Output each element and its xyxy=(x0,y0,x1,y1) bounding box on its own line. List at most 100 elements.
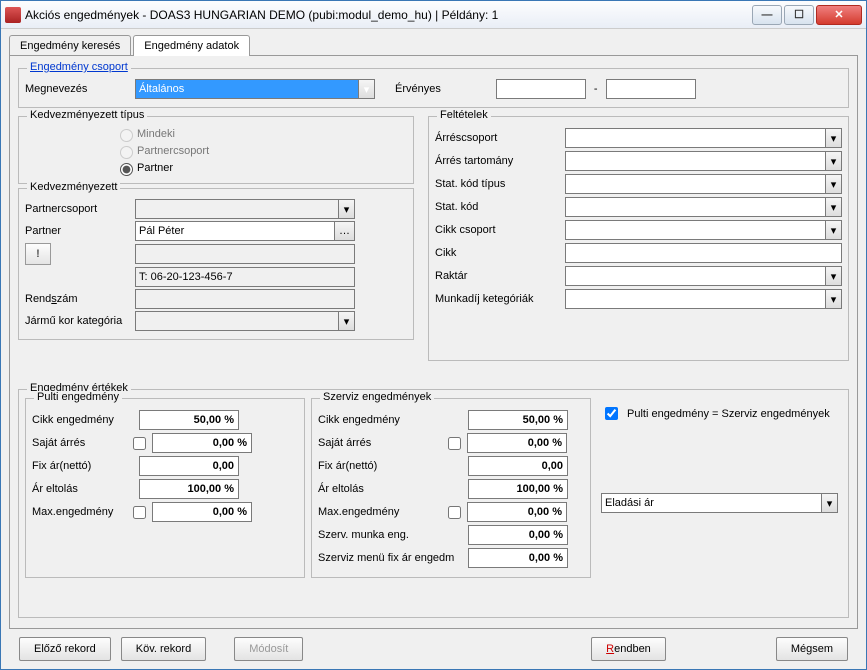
szerviz-legend: Szerviz engedmények xyxy=(320,391,434,403)
sz-max-chk[interactable] xyxy=(448,506,461,519)
cond-arrescsoport-label: Árréscsoport xyxy=(435,132,565,144)
pulti-legend: Pulti engedmény xyxy=(34,391,122,403)
window: Akciós engedmények - DOAS3 HUNGARIAN DEM… xyxy=(0,0,867,670)
eladasi-ar-value: Eladási ár xyxy=(605,497,654,509)
chevron-down-icon: ▾ xyxy=(825,129,841,147)
pulti-fix-label: Fix ár(nettó) xyxy=(32,460,127,472)
ervenyes-from[interactable] xyxy=(496,79,586,99)
chevron-down-icon: ▾ xyxy=(825,221,841,239)
rendszam-field[interactable] xyxy=(135,289,355,309)
radio-mindenki[interactable]: Mindeki xyxy=(115,126,407,142)
pulti-cikk-input[interactable]: 50,00 % xyxy=(139,410,239,430)
cancel-button[interactable]: Mégsem xyxy=(776,637,848,661)
sz-munka-label: Szerv. munka eng. xyxy=(318,529,468,541)
equal-checkbox-label: Pulti engedmény = Szerviz engedmények xyxy=(627,408,830,420)
tabs: Engedmény keresés Engedmény adatok xyxy=(9,35,858,56)
ervenyes-to[interactable] xyxy=(606,79,696,99)
chevron-down-icon: ▾ xyxy=(825,175,841,193)
radio-partnercsoport[interactable]: Partnercsoport xyxy=(115,143,407,159)
chevron-down-icon: ▾ xyxy=(338,200,354,218)
megnevezes-label: Megnevezés xyxy=(25,83,135,95)
pulti-max-label: Max.engedmény xyxy=(32,506,127,518)
partner-extra xyxy=(135,244,355,264)
window-title: Akciós engedmények - DOAS3 HUNGARIAN DEM… xyxy=(25,8,752,22)
partnercsoport-label: Partnercsoport xyxy=(25,203,135,215)
partner-field[interactable]: Pál Péter … xyxy=(135,221,355,241)
sz-cikk-label: Cikk engedmény xyxy=(318,414,468,426)
jarmu-label: Jármű kor kategória xyxy=(25,315,135,327)
sz-sajat-input[interactable]: 0,00 % xyxy=(467,433,567,453)
button-bar: Előző rekord Köv. rekord Módosít Rendben… xyxy=(9,629,858,669)
chevron-down-icon: ▾ xyxy=(825,152,841,170)
pulti-max-chk[interactable] xyxy=(133,506,146,519)
partner-value: Pál Péter xyxy=(139,225,184,237)
equal-checkbox-row[interactable]: Pulti engedmény = Szerviz engedmények xyxy=(601,404,838,423)
cond-statkodtipus-label: Stat. kód típus xyxy=(435,178,565,190)
tab-search[interactable]: Engedmény keresés xyxy=(9,35,131,56)
sz-menu-label: Szerviz menü fix ár engedm xyxy=(318,552,468,564)
jarmu-combo[interactable]: ▾ xyxy=(135,311,355,331)
chevron-down-icon: ▾ xyxy=(358,80,374,98)
prev-record-button[interactable]: Előző rekord xyxy=(19,637,111,661)
sz-sajat-label: Saját árrés xyxy=(318,437,468,449)
cond-statkod-combo[interactable]: ▾ xyxy=(565,197,842,217)
sz-munka-input[interactable]: 0,00 % xyxy=(468,525,568,545)
partnercsoport-combo[interactable]: ▾ xyxy=(135,199,355,219)
sz-menu-input[interactable]: 0,00 % xyxy=(468,548,568,568)
radio-partner[interactable]: Partner xyxy=(115,160,407,176)
pulti-sajat-chk[interactable] xyxy=(133,437,146,450)
pulti-eltolas-input[interactable]: 100,00 % xyxy=(139,479,239,499)
group-beneficiary-type: Kedvezményezett típus Mindeki Partnercso… xyxy=(18,116,414,184)
cond-arres-tart-label: Árrés tartomány xyxy=(435,155,565,167)
partner-label: Partner xyxy=(25,225,135,237)
close-button[interactable]: ✕ xyxy=(816,5,862,25)
cond-arrescsoport-combo[interactable]: ▾ xyxy=(565,128,842,148)
next-record-button[interactable]: Köv. rekord xyxy=(121,637,206,661)
sz-cikk-input[interactable]: 50,00 % xyxy=(468,410,568,430)
tab-panel: Engedmény csoport Megnevezés Általános ▾… xyxy=(9,55,858,629)
group-pulti: Pulti engedmény Cikk engedmény50,00 % Sa… xyxy=(25,398,305,578)
partner-phone: T: 06-20-123-456-7 xyxy=(135,267,355,287)
ervenyes-label: Érvényes xyxy=(395,83,441,95)
cond-cikkcsop-combo[interactable]: ▾ xyxy=(565,220,842,240)
sz-sajat-chk[interactable] xyxy=(448,437,461,450)
exclamation-button[interactable]: ! xyxy=(25,243,51,265)
pulti-max-input[interactable]: 0,00 % xyxy=(152,502,252,522)
modify-button[interactable]: Módosít xyxy=(234,637,303,661)
minimize-button[interactable]: — xyxy=(752,5,782,25)
megnevezes-value: Általános xyxy=(139,83,184,95)
pulti-sajat-input[interactable]: 0,00 % xyxy=(152,433,252,453)
chevron-down-icon: ▾ xyxy=(821,494,837,512)
cond-statkodtipus-combo[interactable]: ▾ xyxy=(565,174,842,194)
cond-raktar-label: Raktár xyxy=(435,270,565,282)
group-conditions: Feltételek Árréscsoport▾ Árrés tartomány… xyxy=(428,116,849,361)
pulti-fix-input[interactable]: 0,00 xyxy=(139,456,239,476)
titlebar: Akciós engedmények - DOAS3 HUNGARIAN DEM… xyxy=(1,1,866,29)
sz-fix-input[interactable]: 0,00 xyxy=(468,456,568,476)
ok-button[interactable]: Rendben xyxy=(591,637,666,661)
sz-max-input[interactable]: 0,00 % xyxy=(467,502,567,522)
sz-eltolas-label: Ár eltolás xyxy=(318,483,468,495)
pulti-eltolas-label: Ár eltolás xyxy=(32,483,127,495)
cond-munkadij-combo[interactable]: ▾ xyxy=(565,289,842,309)
equal-checkbox[interactable] xyxy=(605,407,618,420)
cond-arres-tart-combo[interactable]: ▾ xyxy=(565,151,842,171)
group-szerviz: Szerviz engedmények Cikk engedmény50,00 … xyxy=(311,398,591,578)
cond-cikk-field[interactable] xyxy=(565,243,842,263)
megnevezes-combo[interactable]: Általános ▾ xyxy=(135,79,375,99)
sz-eltolas-input[interactable]: 100,00 % xyxy=(468,479,568,499)
cond-cikkcsop-label: Cikk csoport xyxy=(435,224,565,236)
cond-munkadij-label: Munkadíj ketegóriák xyxy=(435,293,565,305)
ellipsis-icon[interactable]: … xyxy=(334,222,354,240)
cond-raktar-combo[interactable]: ▾ xyxy=(565,266,842,286)
group-discount-group: Engedmény csoport Megnevezés Általános ▾… xyxy=(18,68,849,108)
eladasi-ar-combo[interactable]: Eladási ár ▾ xyxy=(601,493,838,513)
sz-fix-label: Fix ár(nettó) xyxy=(318,460,468,472)
chevron-down-icon: ▾ xyxy=(338,312,354,330)
sz-max-label: Max.engedmény xyxy=(318,506,468,518)
beneficiary-legend: Kedvezményezett xyxy=(27,181,120,193)
group-legend: Engedmény csoport xyxy=(27,61,131,73)
tab-data[interactable]: Engedmény adatok xyxy=(133,35,250,56)
group-discount-values: Engedmény értékek Pulti engedmény Cikk e… xyxy=(18,389,849,618)
maximize-button[interactable]: ☐ xyxy=(784,5,814,25)
